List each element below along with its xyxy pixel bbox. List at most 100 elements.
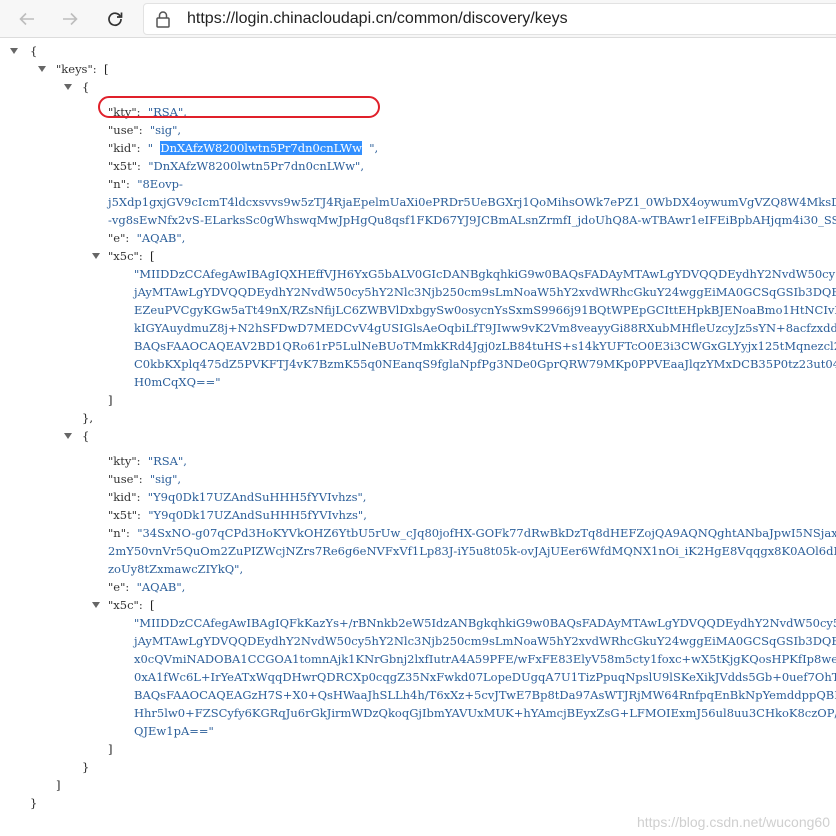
- json-token: "Y9q0Dk17UZAndSuHHH5fYVIvhzs",: [147, 490, 367, 505]
- x5c-close: ]: [108, 740, 113, 758]
- forward-button[interactable]: [56, 5, 84, 33]
- json-token: "n":: [108, 177, 130, 192]
- json-token: "Y9q0Dk17UZAndSuHHH5fYVIvhzs",: [148, 508, 367, 523]
- arrow-left-icon: [19, 12, 34, 26]
- json-token: "x5t":: [108, 508, 141, 523]
- json-token: "x5c":: [108, 598, 143, 613]
- x5c-line: kIGYAuydmuZ8j+N2hSFDwD7MEDCvV4gUSIGlsAeO…: [134, 319, 836, 337]
- json-token: -vg8sEwNfx2vS-ELarksSc0gWhswqMwJpHgQu8qs…: [108, 213, 836, 228]
- json-token: BAQsFAAOCAQEAV2BD1QRo61rP5LulNeBUoTMmkKR…: [134, 339, 836, 354]
- json-token: "MIIDDzCCAfegAwIBAgIQXHEffVJH6YxG5bALV0G…: [134, 267, 836, 282]
- x5c-line: jAyMTAwLgYDVQQDEydhY2NvdW50cy5hY2Nlc3Njb…: [134, 283, 836, 301]
- json-token: {: [82, 80, 90, 94]
- arrow-right-icon: [63, 12, 78, 26]
- kv-kid: "kid": "Y9q0Dk17UZAndSuHHH5fYVIvhzs",: [108, 488, 366, 506]
- json-token: 2mY50vnVr5QuOm2ZuPIZWcjNZrs7Re6g6eNVFxVf…: [108, 544, 836, 559]
- collapse-toggle-icon[interactable]: [64, 84, 72, 90]
- kv-x5t: "x5t": "DnXAfzW8200lwtn5Pr7dn0cnLWw",: [108, 157, 364, 175]
- address-bar[interactable]: https://login.chinacloudapi.cn/common/di…: [143, 3, 836, 35]
- json-token: "sig",: [149, 472, 182, 487]
- json-token: "AQAB",: [136, 231, 186, 246]
- json-token: "e":: [108, 231, 130, 246]
- json-token: "keys":: [56, 62, 97, 76]
- collapse-toggle-icon[interactable]: [64, 433, 72, 440]
- x5c-line: BAQsFAAOCAQEAGzH7S+X0+QsHWaaJhSLLh4h/T6x…: [134, 686, 836, 704]
- browser-toolbar: https://login.chinacloudapi.cn/common/di…: [0, 0, 836, 38]
- json-line-close: }: [30, 794, 37, 812]
- json-line-obj1-open: {: [82, 78, 89, 96]
- kv-e: "e": "AQAB",: [108, 578, 185, 596]
- json-token: "kty":: [108, 454, 141, 469]
- selected-kid-text: DnXAfzW8200lwtn5Pr7dn0cnLWw: [160, 141, 362, 156]
- x5c-line: H0mCqXQ==": [134, 373, 221, 391]
- json-token: H0mCqXQ==": [134, 375, 221, 390]
- reload-button[interactable]: [101, 5, 129, 33]
- json-token: EZeuPVCgyKGw5aTt49nX/RZsNfijLC6ZWBVlDxbg…: [134, 303, 836, 318]
- json-token: ",: [369, 141, 379, 156]
- collapse-toggle-icon[interactable]: [92, 253, 100, 260]
- x5c-line: "MIIDDzCCAfegAwIBAgIQFkKazYs+/rBNnkb2eW5…: [134, 614, 836, 632]
- json-token: ]: [108, 393, 113, 408]
- json-token: "x5c":: [108, 249, 143, 264]
- x5c-line: BAQsFAAOCAQEAV2BD1QRo61rP5LulNeBUoTMmkKR…: [134, 337, 836, 355]
- reload-icon: [108, 12, 123, 27]
- kv-use: "use": "sig",: [108, 470, 181, 488]
- back-button[interactable]: [13, 5, 41, 33]
- kv-n: "n": "34SxNO-g07qCPd3HoKYVkOHZ6YtbU5rUw_…: [108, 524, 836, 542]
- json-token: "use":: [108, 472, 143, 487]
- json-token: "kid":: [108, 490, 141, 505]
- json-line-obj2-close: }: [82, 758, 89, 776]
- json-token: 0xA1fWc6L+IrYeATxWqqDHwrQDRCXp0cqgZ35NxF…: [134, 670, 836, 685]
- json-line-open: {: [30, 42, 37, 60]
- kv-use: "use": "sig",: [108, 121, 181, 139]
- json-token: "sig",: [149, 123, 182, 138]
- x5c-line: 0xA1fWc6L+IrYeATxWqqDHwrQDRCXp0cqgZ35NxF…: [134, 668, 836, 686]
- json-token: "n":: [108, 526, 130, 541]
- json-token: },: [82, 411, 93, 426]
- kv-n-cont: zoUy8tZxmawcZIYkQ",: [108, 560, 243, 578]
- kv-e: "e": "AQAB",: [108, 229, 185, 247]
- kv-n-cont: j5Xdp1gxjGV9cIcmT4ldcxsvvs9w5zTJ4RjaEpel…: [108, 193, 836, 211]
- json-token: "e":: [108, 580, 130, 595]
- json-token: }: [30, 796, 38, 811]
- x5c-line: x0cQVmiNADOBA1CCGOA1tomnAjk1KNrGbnj2lxfI…: [134, 650, 836, 668]
- kv-x5c: "x5c": [: [108, 596, 155, 614]
- json-token: "RSA",: [147, 454, 187, 469]
- kv-kid: "kid": " DnXAfzW8200lwtn5Pr7dn0cnLWw ",: [108, 139, 378, 157]
- json-viewer: {"keys": [{"kty": "RSA", "use": "sig", "ki…: [0, 38, 836, 836]
- json-line-obj1-close: },: [82, 409, 93, 427]
- collapse-toggle-icon[interactable]: [38, 66, 46, 72]
- x5c-close: ]: [108, 391, 113, 409]
- kv-kty: "kty": "RSA",: [108, 452, 187, 470]
- x5c-line: QJEw1pA==": [134, 722, 214, 740]
- collapse-toggle-icon[interactable]: [92, 602, 100, 609]
- json-token: QJEw1pA==": [134, 724, 214, 739]
- x5c-line: Hhr5lw0+FZSCyfy6KGRqJu6rGkJirmWDzQkoqGjI…: [134, 704, 836, 722]
- kv-n-cont: 2mY50vnVr5QuOm2ZuPIZWcjNZrs7Re6g6eNVFxVf…: [108, 542, 836, 560]
- x5c-line: "MIIDDzCCAfegAwIBAgIQXHEffVJH6YxG5bALV0G…: [134, 265, 836, 283]
- json-token: Hhr5lw0+FZSCyfy6KGRqJu6rGkJirmWDzQkoqGjI…: [134, 706, 836, 721]
- kid-highlight-ring: [98, 96, 380, 118]
- json-token: jAyMTAwLgYDVQQDEydhY2NvdW50cy5hY2Nlc3Njb…: [134, 634, 836, 649]
- json-token: "8Eovp-: [137, 177, 183, 192]
- json-token: [: [150, 598, 155, 613]
- json-line-obj2-open: {: [82, 427, 89, 445]
- json-token: {: [82, 429, 90, 444]
- x5c-line: jAyMTAwLgYDVQQDEydhY2NvdW50cy5hY2Nlc3Njb…: [134, 632, 836, 650]
- json-token: BAQsFAAOCAQEAGzH7S+X0+QsHWaaJhSLLh4h/T6x…: [134, 688, 836, 703]
- collapse-toggle-icon[interactable]: [10, 48, 18, 54]
- json-token: kIGYAuydmuZ8j+N2hSFDwD7MEDCvV4gUSIGlsAeO…: [134, 321, 836, 336]
- json-token: "34SxNO-g07qCPd3HoKYVkOHZ6YtbU5rUw_cJq80…: [137, 526, 836, 541]
- json-line-keys-close: ]: [56, 776, 61, 794]
- kv-x5t: "x5t": "Y9q0Dk17UZAndSuHHH5fYVIvhzs",: [108, 506, 367, 524]
- kv-n-cont: -vg8sEwNfx2vS-ELarksSc0gWhswqMwJpHgQu8qs…: [108, 211, 836, 229]
- json-token: [: [103, 62, 109, 76]
- json-token: "DnXAfzW8200lwtn5Pr7dn0cnLWw",: [148, 159, 364, 174]
- x5c-line: C0kbKXplq475dZ5PVKFTJ4vK7BzmK55q0NEanqS9…: [134, 355, 836, 373]
- watermark: https://blog.csdn.net/wucong60: [636, 814, 830, 830]
- json-token: "AQAB",: [136, 580, 186, 595]
- json-token: C0kbKXplq475dZ5PVKFTJ4vK7BzmK55q0NEanqS9…: [134, 357, 836, 372]
- url-text: https://login.chinacloudapi.cn/common/di…: [187, 10, 568, 27]
- x5c-line: EZeuPVCgyKGw5aTt49nX/RZsNfijLC6ZWBVlDxbg…: [134, 301, 836, 319]
- json-token: j5Xdp1gxjGV9cIcmT4ldcxsvvs9w5zTJ4RjaEpel…: [108, 195, 836, 210]
